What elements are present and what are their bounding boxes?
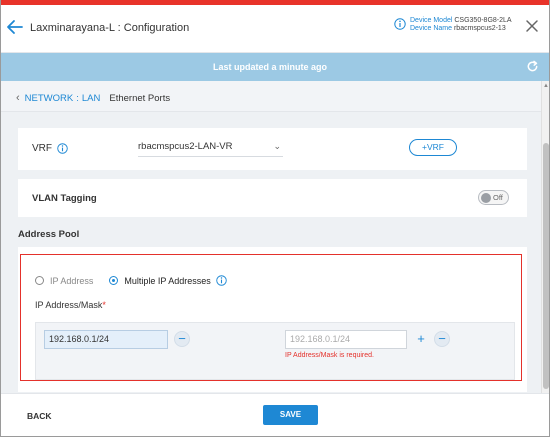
footer: BACK SAVE xyxy=(0,393,550,437)
radio-multiple-ip-addresses[interactable] xyxy=(109,276,119,285)
info-icon[interactable] xyxy=(216,275,227,286)
last-updated-banner: Last updated a minute ago xyxy=(0,53,550,81)
save-button[interactable]: SAVE xyxy=(263,405,318,425)
ip-mask-input-2[interactable]: 192.168.0.1/24 xyxy=(285,330,407,349)
scroll-up-arrow-icon[interactable]: ▲ xyxy=(543,83,549,89)
add-entry-button[interactable]: + xyxy=(413,331,429,347)
close-icon[interactable] xyxy=(525,19,539,33)
info-icon xyxy=(394,18,406,30)
refresh-icon[interactable] xyxy=(526,60,539,73)
ip-address-list: 192.168.0.1/24 − 192.168.0.1/24 IP Addre… xyxy=(35,322,515,380)
breadcrumb-separator: : xyxy=(76,92,79,104)
breadcrumb-bar: ‹ NETWORK : LAN Ethernet Ports xyxy=(0,81,541,112)
device-name-label: Device Name xyxy=(410,25,453,32)
vrf-select[interactable]: rbacmspcus2-LAN-VR ⌄ xyxy=(138,141,283,157)
chevron-down-icon: ⌄ xyxy=(273,141,281,151)
vlan-tagging-card: VLAN Tagging Off xyxy=(18,179,527,217)
last-updated-text: Last updated a minute ago xyxy=(212,62,327,72)
page-title: Laxminarayana-L : Configuration xyxy=(30,22,190,34)
device-name-value: rbacmspcus2-13 xyxy=(453,25,506,32)
vrf-card: VRF rbacmspcus2-LAN-VR ⌄ +VRF xyxy=(18,128,527,170)
breadcrumb-item-lan[interactable]: LAN xyxy=(82,93,100,104)
vlan-tagging-label: VLAN Tagging xyxy=(32,193,97,204)
device-info: Device Model CSG350-8G8-2LA Device Name … xyxy=(410,17,512,33)
ip-mask-error-message: IP Address/Mask is required. xyxy=(285,352,374,359)
radio-multiple-ip-addresses-label[interactable]: Multiple IP Addresses xyxy=(124,276,210,286)
breadcrumb: ‹ NETWORK : LAN Ethernet Ports xyxy=(16,92,170,104)
minus-icon: − xyxy=(438,331,446,346)
remove-entry-2-button[interactable]: − xyxy=(434,331,450,347)
vrf-label: VRF xyxy=(32,143,52,154)
plus-icon: + xyxy=(417,331,425,346)
device-model-value: CSG350-8G8-2LA xyxy=(454,17,512,24)
minus-icon: − xyxy=(178,331,186,346)
address-pool-error-outline: IP Address Multiple IP Addresses IP Addr… xyxy=(20,254,522,381)
vrf-label-group: VRF xyxy=(32,143,68,154)
chevron-left-icon[interactable]: ‹ xyxy=(16,92,20,104)
back-button[interactable]: BACK xyxy=(27,411,52,421)
radio-ip-address[interactable] xyxy=(35,276,44,285)
vrf-selected-value: rbacmspcus2-LAN-VR xyxy=(138,141,233,152)
address-pool-card: IP Address Multiple IP Addresses IP Addr… xyxy=(18,247,527,392)
radio-ip-address-label[interactable]: IP Address xyxy=(50,276,93,286)
remove-entry-1-button[interactable]: − xyxy=(174,331,190,347)
breadcrumb-item-network[interactable]: NETWORK xyxy=(25,93,74,104)
scrollbar-thumb[interactable] xyxy=(543,143,549,389)
info-icon[interactable] xyxy=(57,143,68,154)
vertical-scrollbar[interactable]: ▲ xyxy=(541,81,550,393)
back-arrow-icon[interactable] xyxy=(6,17,24,37)
toggle-state-text: Off xyxy=(493,193,503,202)
add-vrf-button[interactable]: +VRF xyxy=(409,139,457,156)
breadcrumb-current: Ethernet Ports xyxy=(109,92,171,104)
required-marker: * xyxy=(102,300,106,310)
header: Laxminarayana-L : Configuration Device M… xyxy=(0,5,550,53)
toggle-knob xyxy=(481,192,491,203)
ip-mask-label: IP Address/Mask* xyxy=(35,300,106,310)
device-model-label: Device Model xyxy=(410,17,453,24)
ip-mask-input-1[interactable]: 192.168.0.1/24 xyxy=(44,330,168,349)
ip-mask-label-text: IP Address/Mask xyxy=(35,300,103,310)
vlan-tagging-toggle[interactable]: Off xyxy=(478,190,509,205)
address-type-radio-group: IP Address Multiple IP Addresses xyxy=(35,275,227,286)
address-pool-title: Address Pool xyxy=(18,229,80,240)
